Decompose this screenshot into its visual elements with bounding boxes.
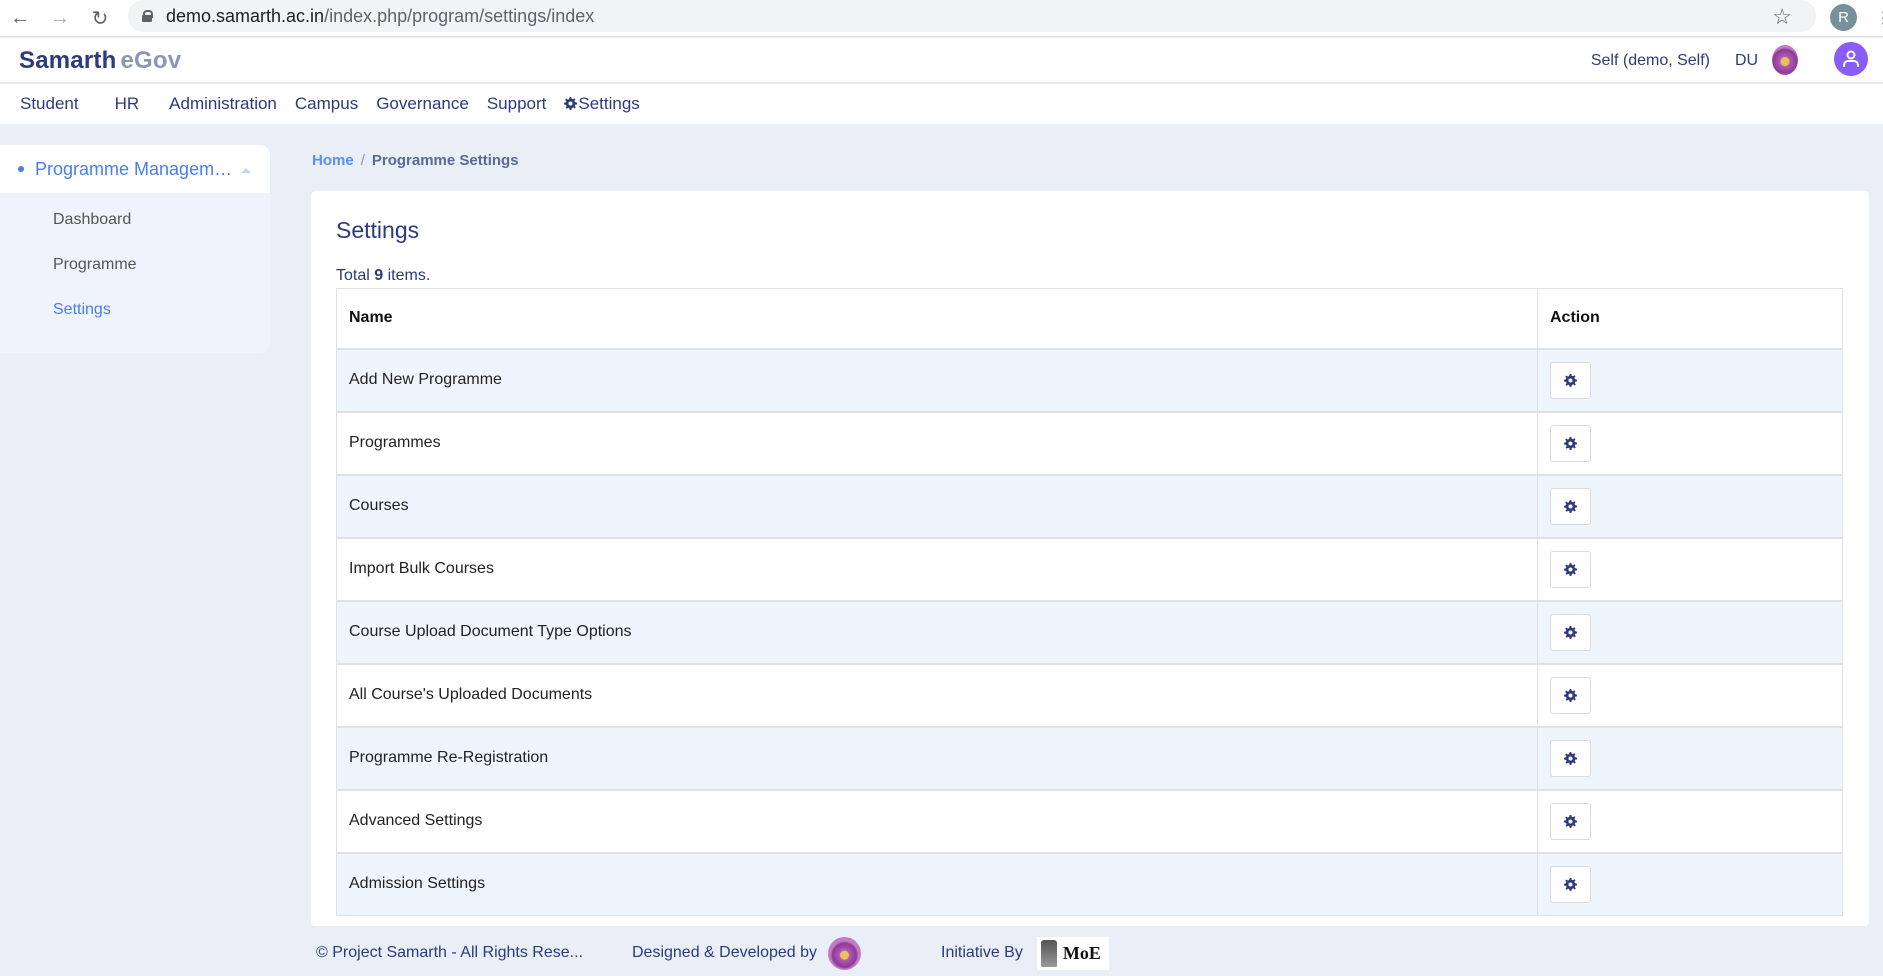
forward-icon[interactable]: → [40, 7, 80, 30]
initiative-by-text: Initiative By [941, 944, 1023, 961]
settings-action-button[interactable] [1550, 361, 1591, 399]
sidebar-item-programme[interactable]: Programme [0, 242, 270, 287]
sidebar-item-dashboard[interactable]: Dashboard [0, 197, 270, 242]
reload-icon[interactable]: ↻ [80, 6, 120, 31]
gear-icon [1564, 499, 1577, 513]
gear-icon [1564, 688, 1577, 702]
gear-icon [1564, 877, 1577, 891]
chevron-up-icon [241, 167, 252, 173]
item-count-summary: Total 9 items. [336, 267, 431, 284]
action-cell [1537, 725, 1843, 790]
settings-action-button[interactable] [1550, 676, 1591, 714]
settings-action-button[interactable] [1550, 424, 1591, 462]
settings-action-button[interactable] [1550, 487, 1591, 525]
settings-action-button[interactable] [1550, 739, 1591, 777]
setting-name: Programme Re-Registration [336, 725, 1538, 790]
settings-action-button[interactable] [1550, 550, 1591, 588]
copyright-text: © Project Samarth - All Rights Rese... [316, 944, 583, 961]
address-bar[interactable]: demo.samarth.ac.in/index.php/program/set… [128, 0, 1816, 32]
table-row: Course Upload Document Type Options [336, 599, 1843, 664]
setting-name: Programmes [336, 410, 1538, 475]
breadcrumb-current: Programme Settings [371, 152, 519, 169]
table-row: Courses [336, 473, 1843, 538]
table-row: Programmes [336, 410, 1843, 475]
sidebar: Programme Managem… Dashboard Programme S… [0, 145, 270, 353]
app-logo[interactable]: Samarth eGov [19, 47, 181, 75]
user-icon [1843, 50, 1859, 67]
gear-icon [564, 97, 578, 110]
setting-name: Advanced Settings [336, 788, 1538, 853]
action-cell [1537, 473, 1843, 538]
browser-toolbar: ← → ↻ demo.samarth.ac.in/index.php/progr… [0, 0, 1883, 37]
breadcrumb-home[interactable]: Home [312, 152, 354, 169]
menu-student[interactable]: Student [20, 94, 79, 114]
back-icon[interactable]: ← [0, 7, 40, 30]
du-logo-icon [828, 936, 862, 970]
setting-name: All Course's Uploaded Documents [336, 662, 1538, 727]
action-cell [1537, 347, 1843, 412]
setting-name: Import Bulk Courses [336, 536, 1538, 601]
settings-table: Name Action Add New Programme Programmes C… [336, 288, 1843, 916]
table-row: Import Bulk Courses [336, 536, 1843, 601]
settings-action-button[interactable] [1550, 865, 1591, 903]
url-text: demo.samarth.ac.in/index.php/program/set… [166, 5, 595, 26]
table-row: All Course's Uploaded Documents [336, 662, 1843, 727]
settings-action-button[interactable] [1550, 613, 1591, 651]
column-header-name: Name [336, 288, 1538, 350]
action-cell [1537, 662, 1843, 727]
sidebar-section-label: Programme Managem… [35, 158, 233, 179]
gear-icon [1564, 436, 1577, 450]
column-header-action: Action [1537, 288, 1843, 350]
menu-administration[interactable]: Administration [169, 94, 277, 114]
bookmark-star-icon[interactable]: ☆ [1772, 4, 1792, 30]
sidebar-section-programme-management[interactable]: Programme Managem… [0, 145, 270, 193]
browser-menu-icon[interactable]: ⋮ [1875, 8, 1883, 28]
table-row: Admission Settings [336, 851, 1843, 916]
user-role-label[interactable]: Self (demo, Self) [1591, 52, 1710, 70]
menu-settings[interactable]: Settings [564, 94, 640, 114]
setting-name: Courses [336, 473, 1538, 538]
app-header: Samarth eGov Self (demo, Self) DU [0, 38, 1883, 83]
action-cell [1537, 410, 1843, 475]
setting-name: Course Upload Document Type Options [336, 599, 1538, 664]
footer: © Project Samarth - All Rights Rese... D… [316, 936, 1109, 970]
action-cell [1537, 599, 1843, 664]
action-cell [1537, 536, 1843, 601]
action-cell [1537, 788, 1843, 853]
browser-profile-avatar[interactable]: R [1830, 4, 1857, 31]
sidebar-item-settings[interactable]: Settings [0, 287, 270, 332]
menu-governance[interactable]: Governance [376, 94, 469, 114]
action-cell [1537, 851, 1843, 916]
university-emblem-icon [1772, 45, 1798, 75]
main-menu: Student HR Administration Campus Governa… [0, 84, 1883, 124]
settings-card: Settings Total 9 items. Name Action Add … [311, 191, 1869, 926]
setting-name: Add New Programme [336, 347, 1538, 412]
gear-icon [1564, 373, 1577, 387]
table-row: Advanced Settings [336, 788, 1843, 853]
menu-campus[interactable]: Campus [295, 94, 358, 114]
settings-action-button[interactable] [1550, 802, 1591, 840]
table-row: Programme Re-Registration [336, 725, 1843, 790]
gear-icon [1564, 814, 1577, 828]
gear-icon [1564, 751, 1577, 765]
breadcrumb-separator: / [360, 152, 365, 169]
menu-hr[interactable]: HR [115, 94, 140, 114]
breadcrumb: Home / Programme Settings [312, 152, 519, 169]
national-emblem-icon [1040, 939, 1057, 967]
gear-icon [1564, 562, 1577, 576]
setting-name: Admission Settings [336, 851, 1538, 916]
org-label: DU [1735, 52, 1759, 69]
page-title: Settings [336, 217, 420, 243]
menu-support[interactable]: Support [487, 94, 547, 114]
table-row: Add New Programme [336, 347, 1843, 412]
bullet-icon [18, 166, 24, 172]
lock-icon [142, 10, 153, 22]
user-menu-button[interactable] [1834, 42, 1868, 76]
designed-by-text: Designed & Developed by [632, 944, 818, 961]
moe-logo: MoE [1036, 936, 1109, 970]
gear-icon [1564, 625, 1577, 639]
